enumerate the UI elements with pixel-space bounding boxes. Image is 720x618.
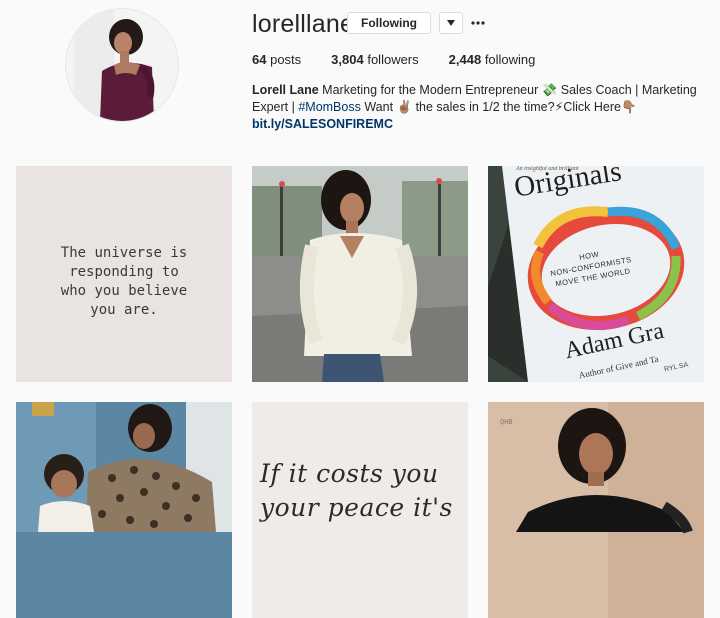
post-quote-line-1: If it costs you [260, 459, 439, 488]
caret-down-icon [447, 20, 455, 26]
profile-bio: Lorell Lane Marketing for the Modern Ent… [252, 82, 702, 133]
quote-line: you are. [90, 302, 158, 318]
bio-text: Expert | [252, 100, 299, 114]
bio-text: Want [360, 100, 397, 114]
followers-label: followers [367, 52, 419, 67]
posts-label: posts [270, 52, 302, 67]
quote-line: responding to [69, 264, 179, 280]
following-button[interactable]: Following [347, 12, 431, 34]
following-stat[interactable]: 2,448 following [449, 52, 536, 67]
bio-line-1: Lorell Lane Marketing for the Modern Ent… [252, 82, 702, 99]
followers-stat[interactable]: 3,804 followers [331, 52, 418, 67]
post-tile-1[interactable]: The universe is responding to who you be… [16, 166, 232, 382]
suggestions-dropdown-button[interactable] [439, 12, 463, 34]
bio-line-2: Expert | #MomBoss Want ✌🏽 the sales in 1… [252, 99, 702, 116]
post-photo-woman-smiling [488, 402, 704, 618]
profile-avatar[interactable] [66, 9, 178, 121]
post-quote-line-2: your peace it's [260, 493, 453, 522]
following-stat-label: following [484, 52, 536, 67]
bio-text: Sales Coach | Marketing [557, 83, 697, 97]
quote-line: The universe is [60, 245, 188, 261]
post-tile-2[interactable] [252, 166, 468, 382]
bio-website-link[interactable]: bit.ly/SALESONFIREMC [252, 116, 702, 133]
following-count: 2,448 [448, 52, 482, 67]
peace-emoji-icon: ✌🏽 [396, 100, 413, 114]
followers-count: 3,804 [331, 52, 364, 67]
post-tile-6[interactable]: QHB [488, 402, 704, 618]
profile-username: lorelllane [252, 10, 355, 38]
post-sign-text: QHB [500, 418, 513, 426]
money-emoji-icon: 💸 [541, 83, 558, 97]
quote-line: who you believe [60, 283, 188, 299]
ellipsis-icon [471, 21, 485, 25]
post-tile-5[interactable]: If it costs you your peace it's [252, 402, 468, 618]
more-options-button[interactable] [469, 12, 487, 34]
posts-stat: 64 posts [252, 52, 301, 67]
bio-full-name: Lorell Lane [252, 83, 319, 97]
post-tile-3[interactable]: An insightful and brilliant Originals HO… [488, 166, 704, 382]
bio-text: Marketing for the Modern Entrepreneur [318, 83, 542, 97]
post-tile-4[interactable] [16, 402, 232, 618]
bio-hashtag-link[interactable]: #MomBoss [298, 100, 361, 114]
bio-text: Click Here [563, 100, 621, 114]
post-photo-woman-street [252, 166, 468, 382]
bio-text: the sales in 1/2 the time? [412, 100, 555, 114]
point-down-emoji-icon: 👇🏽 [621, 100, 637, 114]
profile-stats: 64 posts 3,804 followers 2,448 following [252, 52, 565, 67]
post-photo-mom-daughter [16, 402, 232, 618]
posts-count: 64 [252, 52, 267, 67]
post-quote-text: The universe is responding to who you be… [16, 244, 232, 320]
